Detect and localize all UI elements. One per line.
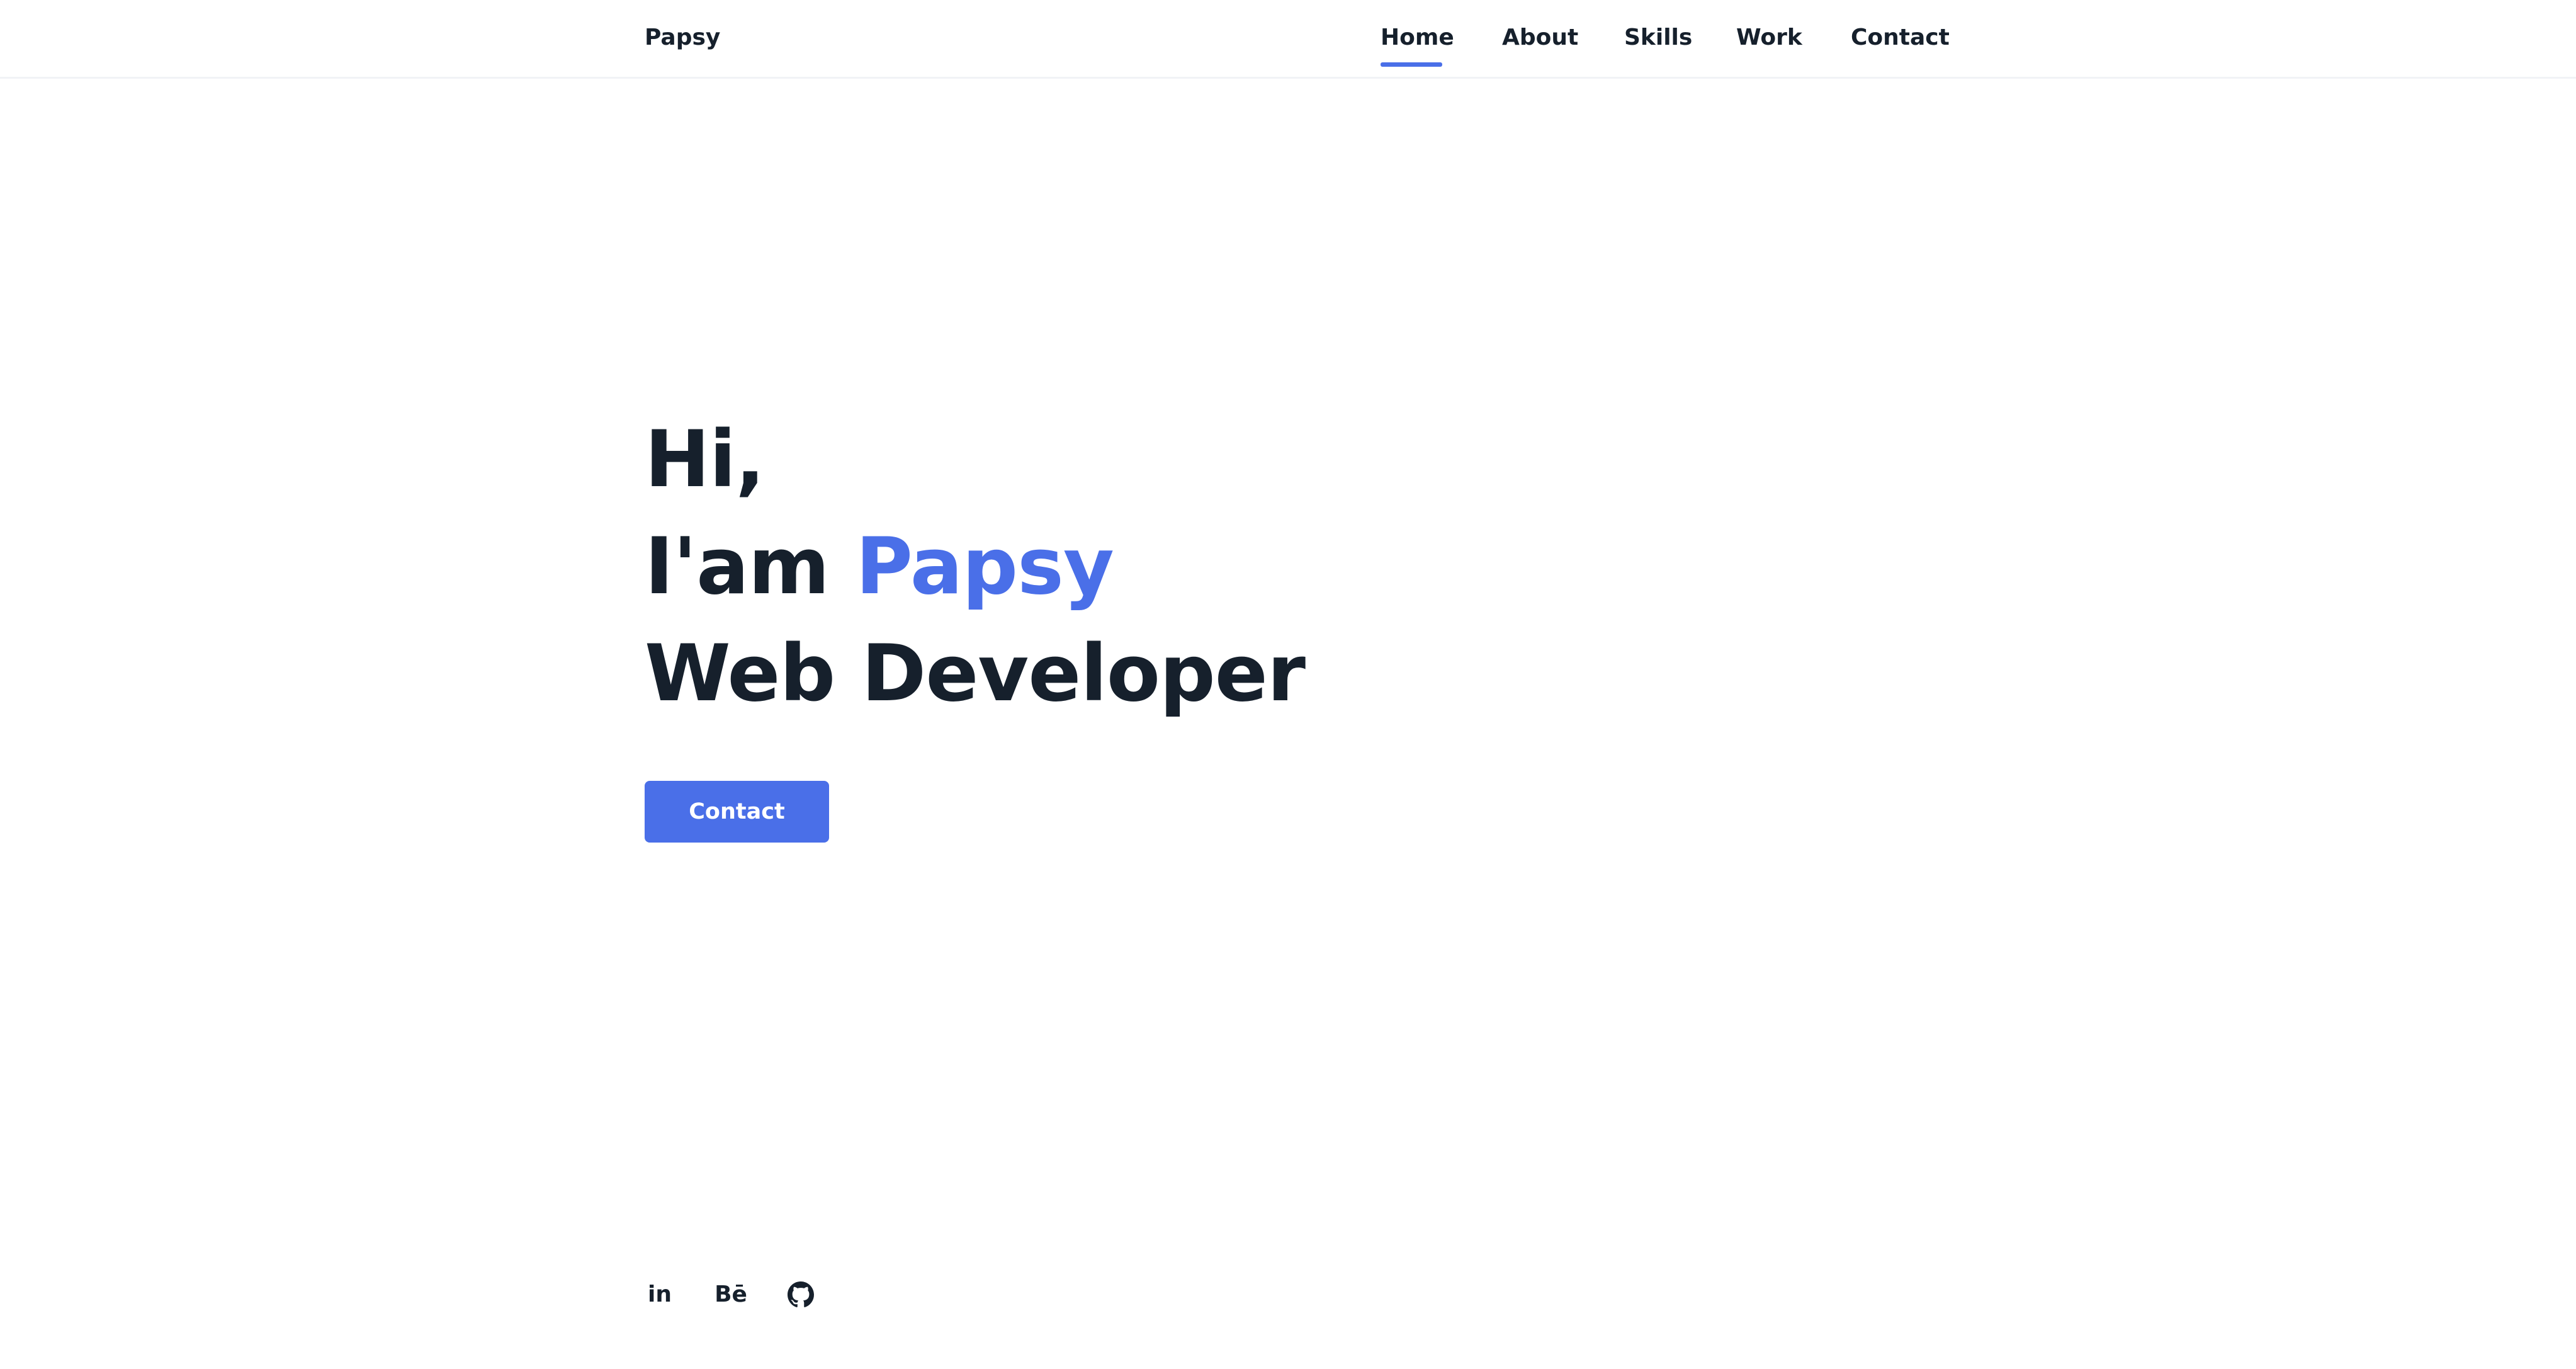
site-logo[interactable]: Papsy <box>645 23 720 53</box>
behance-icon: Bē <box>715 1281 747 1307</box>
nav-skills-link[interactable]: Skills <box>1624 23 1692 53</box>
nav-about-link[interactable]: About <box>1502 23 1578 53</box>
site-header: Papsy Home About Skills Work Contact <box>0 0 2576 79</box>
nav-work-link[interactable]: Work <box>1736 23 1802 53</box>
active-nav-indicator <box>1381 62 1442 67</box>
hero-intro: I'am Papsy <box>645 516 1114 617</box>
linkedin-link[interactable]: in <box>642 1278 677 1311</box>
contact-button[interactable]: Contact <box>645 781 829 843</box>
hero-role: Web Developer <box>645 628 1306 719</box>
github-icon <box>788 1281 814 1307</box>
nav-home-link[interactable]: Home <box>1381 23 1454 53</box>
hero-greeting: Hi, <box>645 414 765 505</box>
hero-intro-prefix: I'am <box>645 521 830 612</box>
linkedin-icon: in <box>648 1281 672 1307</box>
github-link[interactable] <box>783 1278 818 1311</box>
behance-link[interactable]: Bē <box>713 1278 749 1311</box>
hero-name: Papsy <box>856 521 1114 612</box>
nav-contact-link[interactable]: Contact <box>1851 23 1950 53</box>
